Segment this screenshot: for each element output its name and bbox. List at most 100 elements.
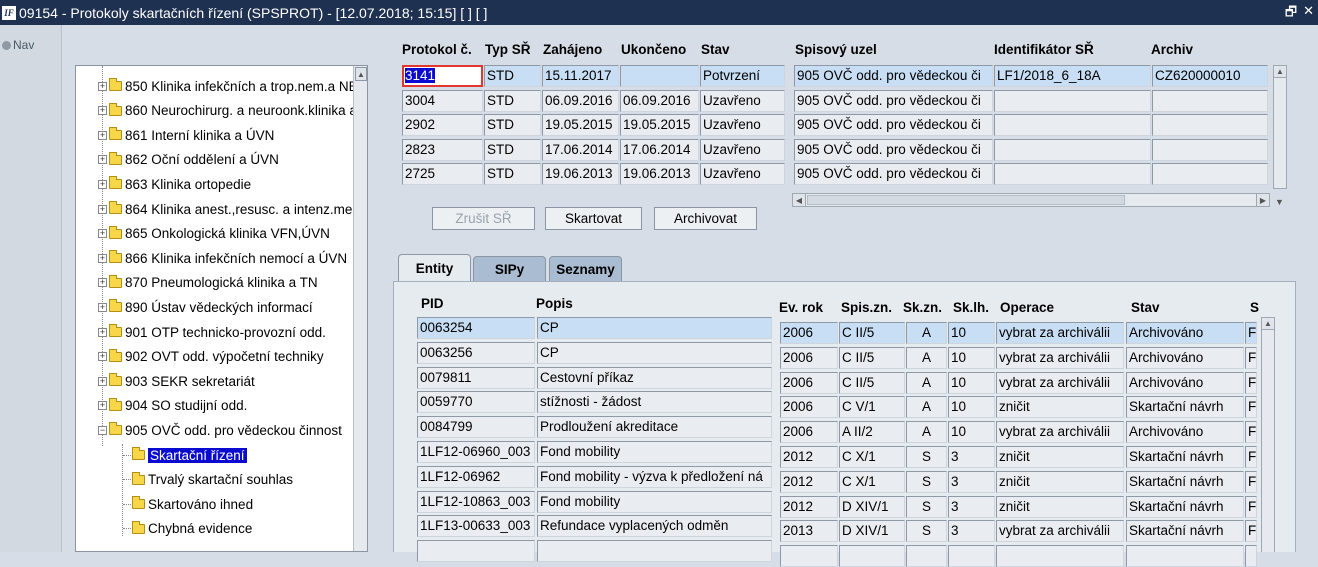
tree-item[interactable]: +862 Oční oddělení a ÚVN (98, 150, 279, 170)
protocol-uzel-cell[interactable]: 905 OVČ odd. pro vědeckou či (794, 138, 993, 161)
entity-pid-cell[interactable]: 0084799 (417, 416, 535, 439)
protocols-hscrollbar[interactable]: ◀ ▶ (792, 193, 1270, 207)
entity-spiszn-cell[interactable]: C II/5 (839, 371, 905, 394)
entity-skzn-cell[interactable]: A (906, 371, 947, 394)
tree-item[interactable]: +863 Klinika ortopedie (98, 174, 251, 194)
tree-item[interactable]: +904 SO studijní odd. (98, 396, 247, 416)
expand-icon[interactable]: + (98, 327, 107, 337)
skartovat-button[interactable]: Skartovat (545, 207, 642, 230)
expand-icon[interactable]: + (98, 229, 107, 239)
expand-icon[interactable]: − (98, 425, 107, 435)
entity-skzn-cell[interactable]: S (906, 495, 947, 518)
entity-skzn-cell[interactable]: S (906, 520, 947, 543)
entity-spiszn-cell[interactable]: C X/1 (839, 446, 905, 468)
protocol-ukonceno-cell[interactable]: 06.09.2016 (620, 89, 699, 112)
entity-popis-cell[interactable]: Fond mobility - výzva k předložení ná (537, 465, 772, 488)
entity-popis-cell[interactable]: Fond mobility (537, 441, 772, 463)
entity-popis-cell[interactable]: CP (537, 341, 772, 364)
entity-evrok-cell[interactable]: 2006 (780, 371, 838, 394)
expand-icon[interactable]: + (98, 204, 107, 214)
expand-icon[interactable]: + (98, 352, 107, 362)
entity-extra-cell[interactable]: F (1245, 495, 1257, 518)
entity-sklh-cell[interactable]: 3 (948, 495, 995, 518)
tree-item[interactable]: +866 Klinika infekčních nemocí a ÚVN (98, 248, 347, 268)
entity-skzn-cell[interactable]: S (906, 446, 947, 468)
protocol-ukonceno-cell[interactable] (620, 65, 699, 87)
entity-sklh-cell[interactable]: 10 (948, 346, 995, 369)
entity-popis-cell[interactable]: CP (537, 317, 772, 339)
entity-pid-cell[interactable]: 1LF13-00633_003 (417, 515, 535, 538)
protocols-vscrollbar[interactable]: ▲ (1273, 65, 1287, 189)
nav-toggle[interactable]: Nav (2, 38, 34, 52)
protocol-identifikator-cell[interactable] (994, 138, 1151, 161)
entity-spiszn-cell[interactable]: A II/2 (839, 421, 905, 444)
entity-extra-cell[interactable]: F (1245, 346, 1257, 369)
tab-sipy[interactable]: SIPy (473, 256, 546, 281)
entity-empty-cell[interactable] (417, 540, 535, 563)
protocol-typ-cell[interactable]: STD (484, 138, 541, 161)
protocol-uzel-cell[interactable]: 905 OVČ odd. pro vědeckou či (794, 65, 993, 87)
protocol-archiv-cell[interactable] (1152, 89, 1268, 112)
entity-evrok-cell[interactable]: 2006 (780, 346, 838, 369)
entity-popis-cell[interactable]: Cestovní příkaz (537, 366, 772, 389)
protocol-typ-cell[interactable]: STD (484, 65, 541, 87)
scroll-down-icon[interactable]: ▼ (1275, 197, 1284, 207)
protocol-identifikator-cell[interactable]: LF1/2018_6_18A (994, 65, 1151, 87)
entity-stav-cell[interactable]: Skartační návrh (1126, 446, 1244, 468)
expand-icon[interactable]: + (98, 130, 107, 140)
tree-item[interactable]: +861 Interní klinika a ÚVN (98, 125, 274, 145)
entity-stav-cell[interactable]: Skartační návrh (1126, 520, 1244, 543)
entity-extra-cell[interactable]: F (1245, 520, 1257, 543)
expand-icon[interactable]: + (98, 179, 107, 189)
protocol-stav-cell[interactable]: Uzavřeno (700, 114, 785, 136)
entity-spiszn-cell[interactable]: C V/1 (839, 396, 905, 419)
protocol-typ-cell[interactable]: STD (484, 163, 541, 185)
tree-item[interactable]: +860 Neurochirurg. a neuroonk.klinika a (98, 101, 357, 121)
entity-operace-cell[interactable]: vybrat za archiválii (996, 421, 1124, 444)
expand-icon[interactable]: + (98, 278, 107, 288)
entity-evrok-cell[interactable]: 2013 (780, 520, 838, 543)
entity-stav-cell[interactable]: Archivováno (1126, 371, 1244, 394)
entity-pid-cell[interactable]: 0063256 (417, 341, 535, 364)
entity-operace-cell[interactable]: vybrat za archiválii (996, 371, 1124, 394)
entity-operace-cell[interactable]: zničit (996, 446, 1124, 468)
entity-empty-cell[interactable] (780, 545, 838, 567)
entity-stav-cell[interactable]: Skartační návrh (1126, 495, 1244, 518)
entity-pid-cell[interactable]: 1LF12-10863_003 (417, 490, 535, 513)
tab-entity[interactable]: Entity (398, 254, 471, 282)
expand-icon[interactable]: + (98, 155, 107, 165)
expand-icon[interactable]: + (98, 401, 107, 411)
entity-evrok-cell[interactable]: 2006 (780, 322, 838, 344)
entity-skzn-cell[interactable]: A (906, 421, 947, 444)
tree-item[interactable]: +890 Ústav vědeckých informací (98, 297, 313, 317)
restore-icon[interactable]: 🗗 (1285, 3, 1297, 25)
entity-pid-cell[interactable]: 0059770 (417, 391, 535, 414)
expand-icon[interactable]: + (98, 253, 107, 263)
entity-popis-cell[interactable]: Refundace vyplacených odměn (537, 515, 772, 538)
entity-popis-cell[interactable]: Fond mobility (537, 490, 772, 513)
protocol-stav-cell[interactable]: Uzavřeno (700, 138, 785, 161)
protocol-protokol-cell[interactable]: 3004 (402, 89, 483, 112)
protocol-ukonceno-cell[interactable]: 19.05.2015 (620, 114, 699, 136)
tree-item[interactable]: +850 Klinika infekčních a trop.nem.a NB (98, 76, 358, 96)
expand-icon[interactable]: + (98, 106, 107, 116)
entity-stav-cell[interactable]: Archivováno (1126, 346, 1244, 369)
protocol-typ-cell[interactable]: STD (484, 114, 541, 136)
entity-empty-cell[interactable] (537, 540, 772, 563)
expand-icon[interactable]: + (98, 302, 107, 312)
tree-item[interactable]: +902 OVT odd. výpočetní techniky (98, 347, 324, 367)
entity-skzn-cell[interactable]: S (906, 470, 947, 493)
entity-evrok-cell[interactable]: 2012 (780, 446, 838, 468)
protocol-protokol-cell[interactable]: 2823 (402, 138, 483, 161)
tree-child-item[interactable]: Skartační řízení (123, 445, 248, 465)
entity-extra-cell[interactable]: F (1245, 446, 1257, 468)
entity-empty-cell[interactable] (839, 545, 905, 567)
entity-operace-cell[interactable]: vybrat za archiválii (996, 520, 1124, 543)
entity-extra-cell[interactable]: F (1245, 371, 1257, 394)
close-icon[interactable]: ✕ (1303, 3, 1314, 25)
protocol-ukonceno-cell[interactable]: 17.06.2014 (620, 138, 699, 161)
protocol-ukonceno-cell[interactable]: 19.06.2013 (620, 163, 699, 185)
tree-child-item[interactable]: Chybná evidence (123, 519, 252, 539)
entity-sklh-cell[interactable]: 10 (948, 396, 995, 419)
entity-stav-cell[interactable]: Archivováno (1126, 322, 1244, 344)
